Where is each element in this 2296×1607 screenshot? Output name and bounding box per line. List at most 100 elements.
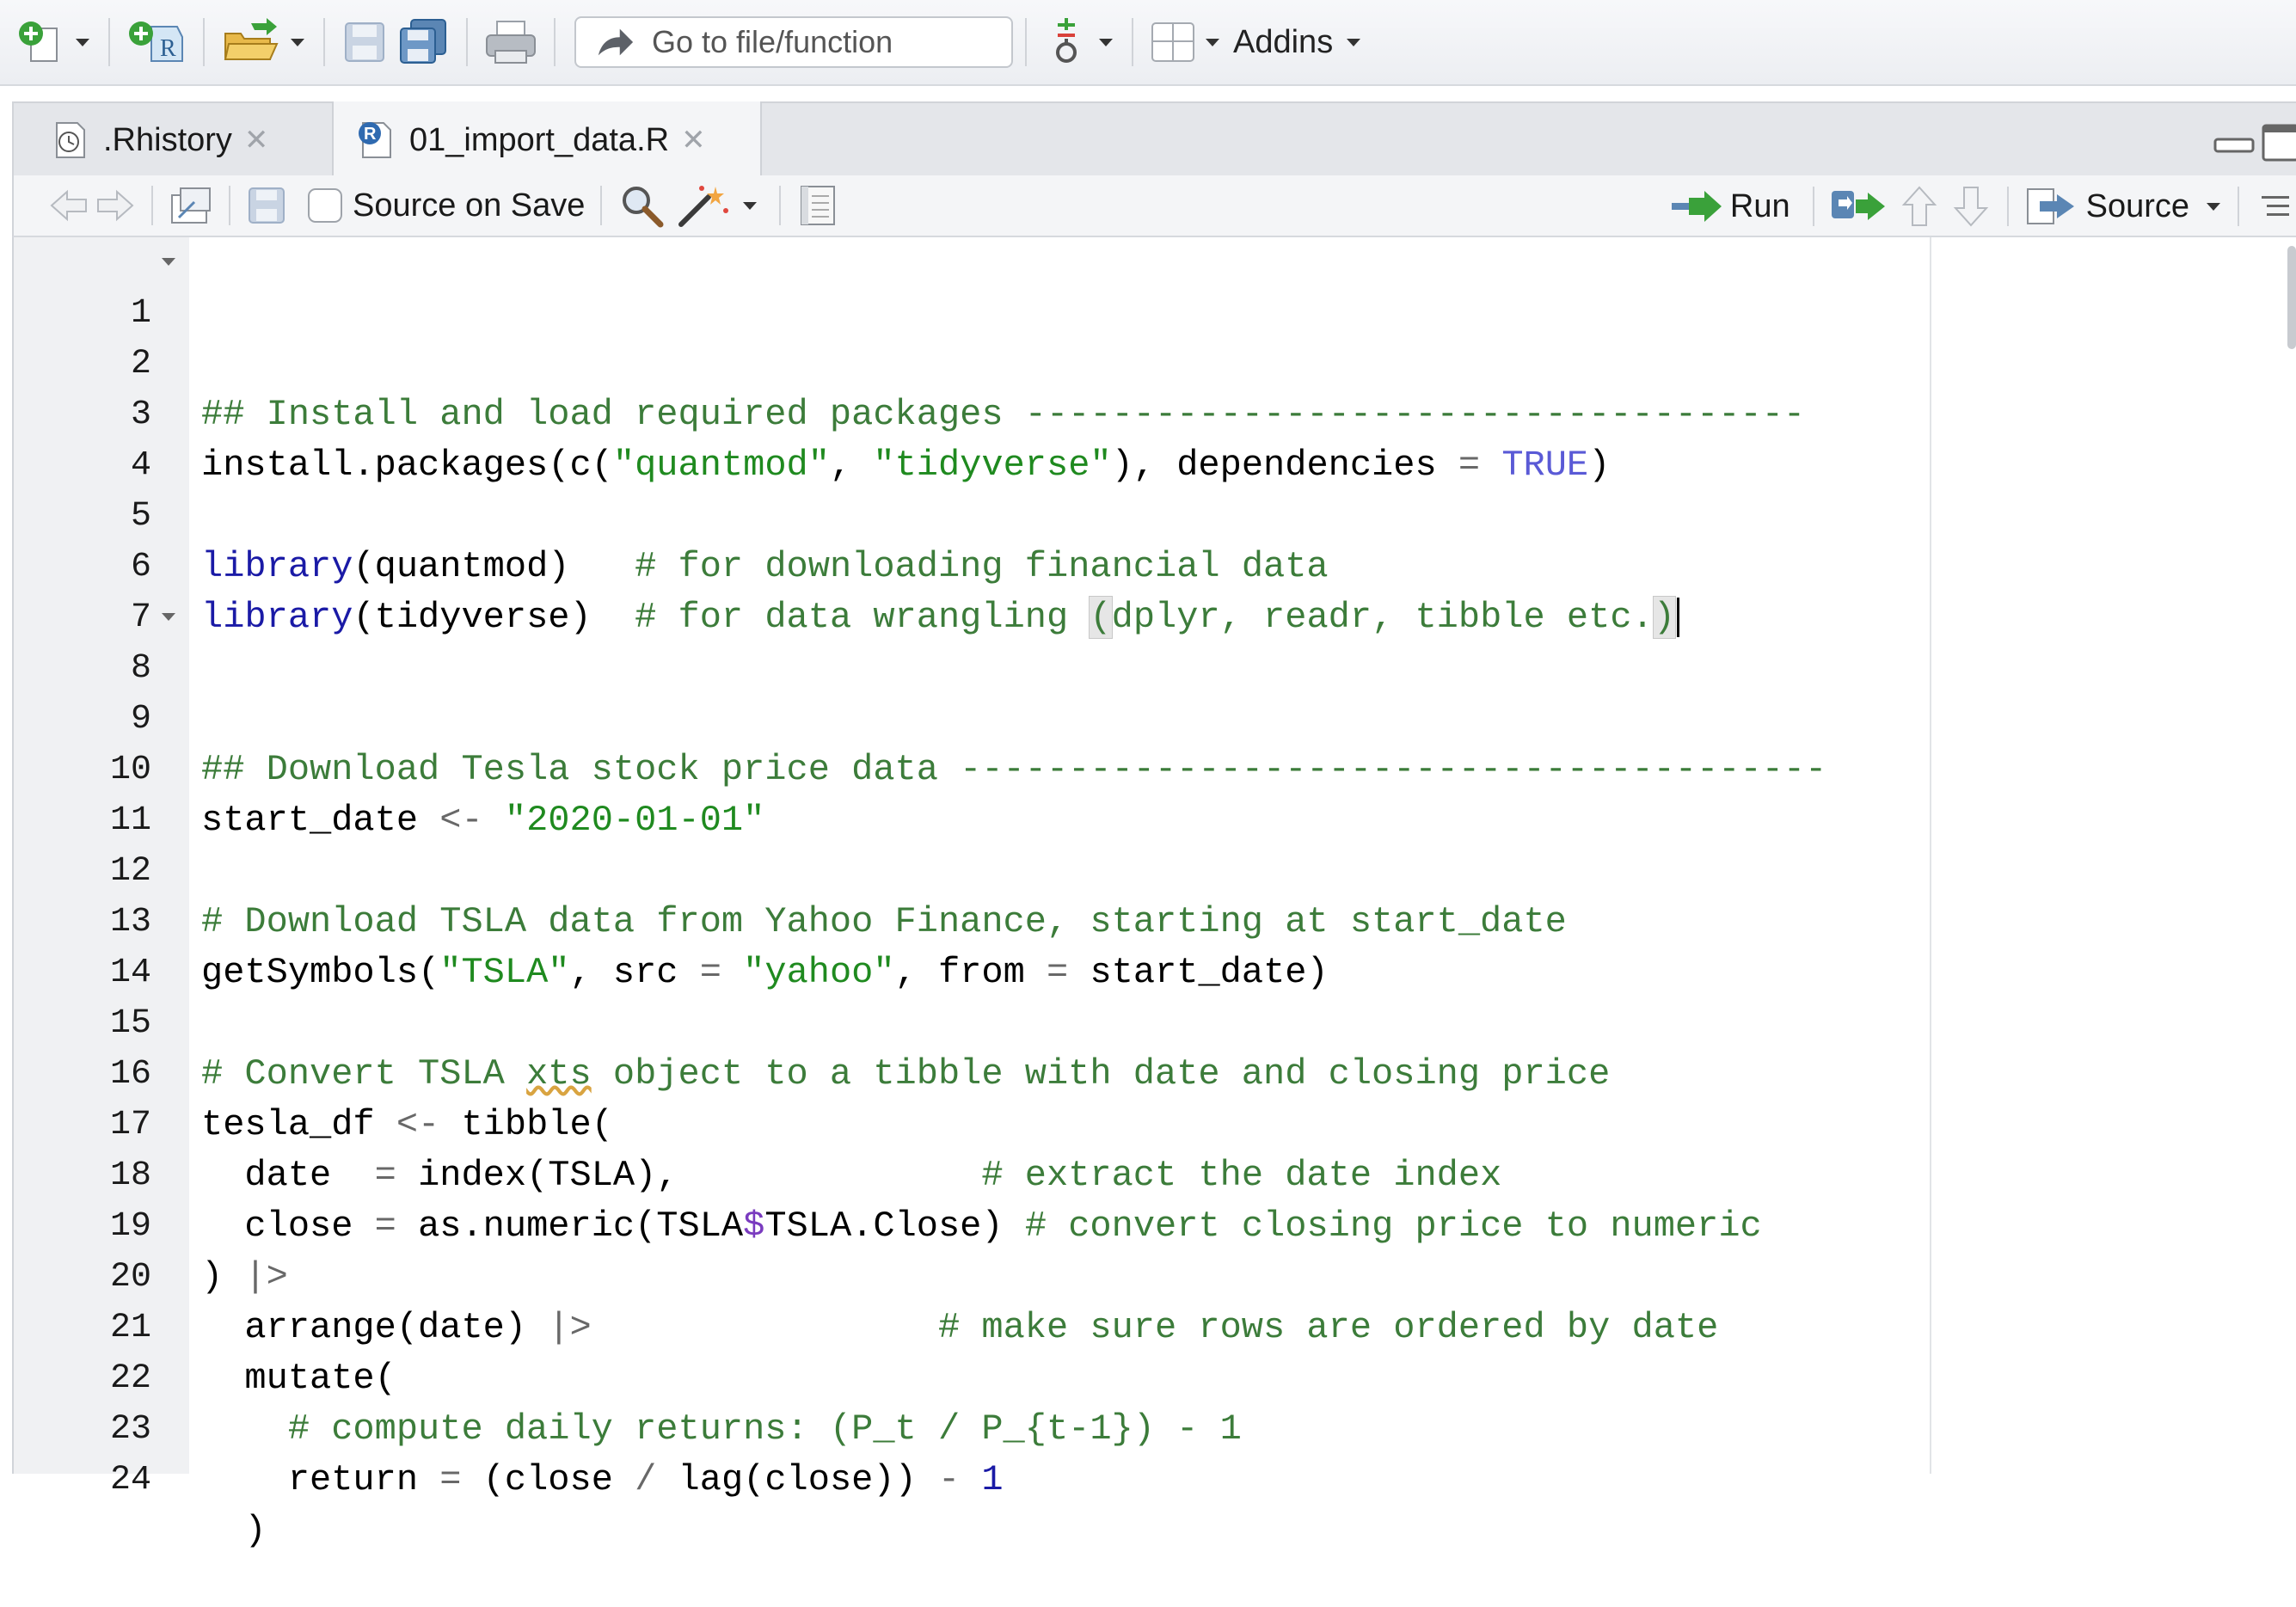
print-margin-line bbox=[1930, 237, 1931, 1474]
main-toolbar: R Go to file/function Addins bbox=[0, 0, 2296, 86]
forward-button[interactable] bbox=[95, 180, 136, 231]
code-line[interactable]: 21 mutate( bbox=[14, 1252, 1923, 1399]
print-button[interactable] bbox=[483, 15, 538, 70]
code-line[interactable]: 7 bbox=[14, 542, 1923, 637]
pane-layout-button[interactable] bbox=[1149, 15, 1197, 70]
code-line[interactable]: 20 arrange(date) |> # make sure rows are… bbox=[14, 1201, 1923, 1348]
code-line[interactable]: 14 bbox=[14, 897, 1923, 992]
show-in-new-window-button[interactable] bbox=[169, 180, 213, 231]
source-on-save-checkbox[interactable] bbox=[308, 188, 342, 223]
document-outline-button[interactable] bbox=[2255, 181, 2296, 232]
code-line[interactable]: 9 bbox=[14, 643, 1923, 739]
number-token: 1 bbox=[981, 1459, 1004, 1500]
search-icon bbox=[623, 187, 664, 228]
addins-label: Addins bbox=[1233, 23, 1334, 60]
code-line[interactable]: 17 date = index(TSLA), # extract the dat… bbox=[14, 1049, 1923, 1196]
back-button[interactable] bbox=[48, 180, 89, 231]
code-line[interactable]: 22 # compute daily returns: (P_t / P_{t-… bbox=[14, 1303, 1923, 1450]
back-arrow-icon bbox=[50, 189, 87, 222]
code-token: lag(close)) bbox=[656, 1459, 938, 1500]
save-all-button[interactable] bbox=[396, 15, 451, 70]
code-line[interactable]: 3 install.packages(c("quantmod", "tidyve… bbox=[14, 339, 1923, 486]
code-line[interactable]: 1 ## Install and load required packages … bbox=[14, 237, 1923, 435]
notebook-icon bbox=[801, 186, 836, 225]
fold-toggle-icon[interactable] bbox=[162, 258, 175, 266]
code-line[interactable]: 15 # Convert TSLA xts object to a tibble… bbox=[14, 948, 1923, 1095]
go-to-previous-section-button[interactable] bbox=[1899, 181, 1940, 232]
new-file-button[interactable] bbox=[15, 15, 67, 70]
new-file-dropdown-icon[interactable] bbox=[76, 38, 89, 46]
code-token: (close bbox=[461, 1459, 635, 1500]
maximize-pane-icon[interactable] bbox=[2258, 120, 2296, 163]
operator-token: = bbox=[439, 1459, 462, 1500]
code-line[interactable]: 6 library(tidyverse) # for data wranglin… bbox=[14, 491, 1923, 639]
source-dropdown-icon[interactable] bbox=[2207, 202, 2220, 211]
version-control-button[interactable] bbox=[1042, 15, 1090, 70]
code-line[interactable]: 2 bbox=[14, 288, 1923, 383]
toolbar-divider bbox=[1025, 18, 1027, 66]
code-line[interactable]: 4 bbox=[14, 389, 1923, 485]
find-replace-button[interactable] bbox=[617, 180, 666, 231]
run-arrow-icon bbox=[1671, 191, 1722, 222]
toolbar-divider bbox=[203, 18, 205, 66]
close-tab-icon[interactable]: ✕ bbox=[681, 123, 706, 157]
compile-report-button[interactable] bbox=[796, 180, 838, 231]
save-button[interactable] bbox=[341, 15, 389, 70]
toolbar-divider bbox=[2006, 187, 2009, 226]
code-token: ) bbox=[201, 1510, 267, 1551]
code-line[interactable]: 18 close = as.numeric(TSLA$TSLA.Close) #… bbox=[14, 1100, 1923, 1247]
go-to-file-function-input[interactable] bbox=[650, 23, 1011, 61]
tab-label: .Rhistory bbox=[103, 121, 232, 158]
vertical-scrollbar[interactable] bbox=[2287, 246, 2296, 349]
editor-tab-bar: .Rhistory ✕ R 01_import_data.R ✕ bbox=[12, 101, 2296, 179]
code-line[interactable]: 12 # Download TSLA data from Yahoo Finan… bbox=[14, 795, 1923, 942]
addins-menu[interactable]: Addins bbox=[1233, 24, 1367, 61]
tab-01-import-data[interactable]: R 01_import_data.R ✕ bbox=[332, 101, 762, 179]
source-arrow-icon bbox=[2026, 188, 2074, 224]
code-line[interactable]: 24 ) bbox=[14, 1404, 1923, 1551]
code-line[interactable]: 11 bbox=[14, 745, 1923, 840]
code-tools-button[interactable] bbox=[676, 180, 764, 231]
code-line[interactable]: 13 getSymbols("TSLA", src = "yahoo", fro… bbox=[14, 846, 1923, 993]
open-file-button[interactable] bbox=[220, 15, 282, 70]
grid-layout-icon bbox=[1151, 22, 1194, 62]
code-editor[interactable]: 1 ## Install and load required packages … bbox=[12, 237, 2296, 1551]
code-line[interactable]: 16 tesla_df <- tibble( bbox=[14, 998, 1923, 1145]
toolbar-divider bbox=[1812, 187, 1814, 226]
outline-icon bbox=[2262, 196, 2289, 216]
source-button[interactable]: Source bbox=[2024, 181, 2189, 232]
rerun-button[interactable] bbox=[1830, 181, 1888, 232]
code-line[interactable]: 23 return = (close / lag(close)) - 1 bbox=[14, 1353, 1923, 1500]
minimize-pane-icon[interactable] bbox=[2210, 120, 2258, 163]
go-to-file-function-field[interactable] bbox=[574, 16, 1013, 68]
source-on-save-toggle[interactable]: Source on Save bbox=[308, 180, 585, 231]
toolbar-divider bbox=[229, 186, 230, 225]
editor-toolbar: Source on Save Run Source bbox=[12, 175, 2296, 237]
code-line[interactable]: 19 ) |> bbox=[14, 1150, 1923, 1297]
up-arrow-icon bbox=[1901, 186, 1937, 226]
operator-token: / bbox=[635, 1459, 657, 1500]
print-icon bbox=[486, 21, 536, 64]
go-to-next-section-button[interactable] bbox=[1950, 181, 1992, 232]
toolbar-divider bbox=[554, 18, 556, 66]
code-line[interactable]: 5 library(quantmod) # for downloading fi… bbox=[14, 440, 1923, 587]
code-text: return = (close / lag(close)) - 1 bbox=[201, 1455, 1004, 1506]
save-icon bbox=[345, 22, 384, 62]
code-line[interactable]: 10 start_date <- "2020-01-01" bbox=[14, 694, 1923, 841]
pane-layout-dropdown-icon[interactable] bbox=[1206, 38, 1219, 46]
code-line[interactable]: 8 ## Download Tesla stock price data ---… bbox=[14, 592, 1923, 790]
version-control-dropdown-icon[interactable] bbox=[1099, 38, 1113, 46]
new-project-button[interactable]: R bbox=[126, 15, 187, 70]
go-to-arrow-icon bbox=[598, 28, 634, 56]
operator-token: - bbox=[937, 1459, 961, 1500]
toolbar-divider bbox=[2238, 187, 2239, 226]
fold-toggle-icon[interactable] bbox=[162, 613, 175, 621]
close-tab-icon[interactable]: ✕ bbox=[244, 123, 269, 157]
save-current-document-button[interactable] bbox=[246, 180, 287, 231]
run-button[interactable]: Run bbox=[1670, 181, 1790, 232]
tab-rhistory[interactable]: .Rhistory ✕ bbox=[48, 103, 319, 177]
git-icon bbox=[1056, 18, 1077, 63]
down-arrow-icon bbox=[1953, 187, 1988, 227]
toolbar-divider bbox=[1132, 18, 1133, 66]
open-file-dropdown-icon[interactable] bbox=[291, 38, 304, 46]
